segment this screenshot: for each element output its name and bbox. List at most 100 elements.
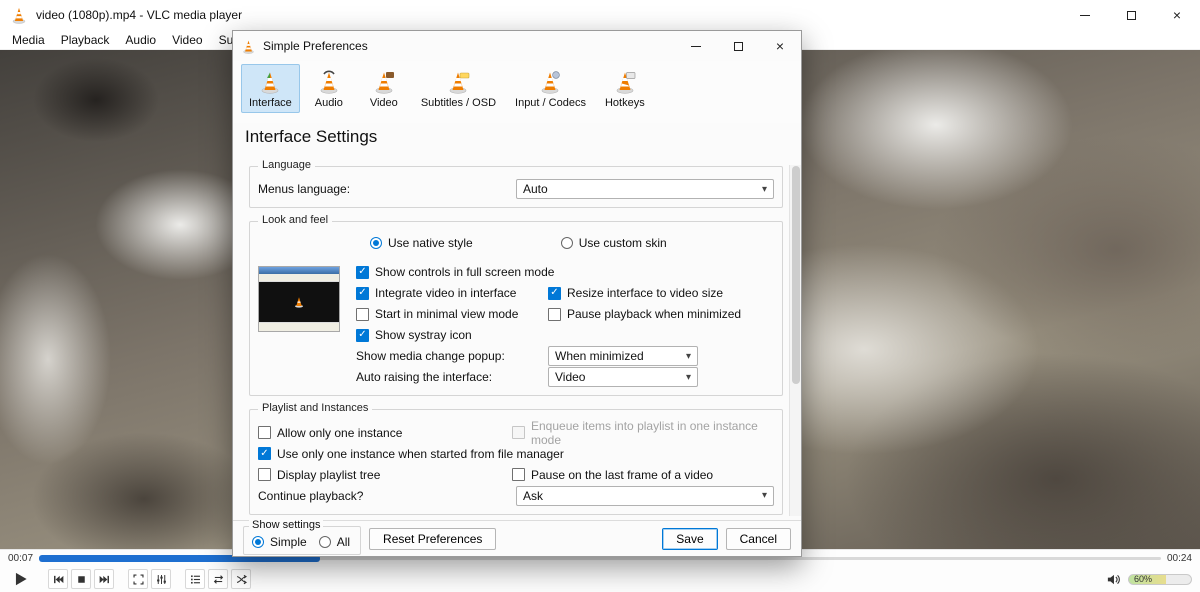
page-title: Interface Settings <box>233 123 801 153</box>
checkbox-icon <box>356 329 369 342</box>
play-icon <box>16 573 27 585</box>
close-icon: × <box>776 38 784 54</box>
interface-tab-icon <box>258 70 282 94</box>
checkbox-pause-when-minimized[interactable]: Pause playback when minimized <box>548 307 741 321</box>
equalizer-icon <box>155 573 168 586</box>
main-titlebar[interactable]: video (1080p).mp4 - VLC media player × <box>0 0 1200 30</box>
radio-all[interactable]: All <box>319 535 350 549</box>
extended-settings-button[interactable] <box>151 569 171 589</box>
checkbox-allow-one-instance[interactable]: Allow only one instance <box>258 426 402 440</box>
checkbox-icon <box>548 287 561 300</box>
playlist-button[interactable] <box>185 569 205 589</box>
checkbox-icon <box>356 308 369 321</box>
dialog-close-button[interactable]: × <box>759 31 801 61</box>
auto-raising-label: Auto raising the interface: <box>356 370 492 384</box>
reset-preferences-button[interactable]: Reset Preferences <box>369 528 496 550</box>
loop-button[interactable] <box>208 569 228 589</box>
loop-icon <box>212 573 225 586</box>
seek-slider[interactable] <box>39 557 1161 560</box>
radio-icon <box>561 237 573 249</box>
look-and-feel-group: Look and feel Use native style Use custo… <box>249 221 783 396</box>
mute-button[interactable] <box>1103 569 1123 589</box>
audio-tab-icon <box>317 70 341 94</box>
dialog-scrollbar[interactable] <box>789 165 801 516</box>
minimize-button[interactable] <box>1062 0 1108 30</box>
menu-media[interactable]: Media <box>4 33 53 47</box>
checkbox-pause-last-frame[interactable]: Pause on the last frame of a video <box>512 468 713 482</box>
checkbox-icon <box>258 447 271 460</box>
menus-language-select[interactable]: Auto ▾ <box>516 179 774 199</box>
chevron-down-icon: ▾ <box>762 490 767 501</box>
checkbox-integrate-video[interactable]: Integrate video in interface <box>356 286 516 300</box>
checkbox-icon <box>512 468 525 481</box>
checkbox-display-playlist-tree[interactable]: Display playlist tree <box>258 468 380 482</box>
input-codecs-tab-icon <box>538 70 562 94</box>
checkbox-icon <box>258 426 271 439</box>
close-button[interactable]: × <box>1154 0 1200 30</box>
checkbox-icon <box>512 426 525 439</box>
continue-playback-select[interactable]: Ask ▾ <box>516 486 774 506</box>
chevron-down-icon: ▾ <box>686 351 691 362</box>
minimize-icon <box>691 46 701 47</box>
radio-icon <box>370 237 382 249</box>
checkbox-resize-interface[interactable]: Resize interface to video size <box>548 286 723 300</box>
chevron-down-icon: ▾ <box>762 184 767 195</box>
close-icon: × <box>1173 7 1181 23</box>
continue-playback-label: Continue playback? <box>258 489 363 503</box>
tab-hotkeys[interactable]: Hotkeys <box>597 64 653 113</box>
menu-video[interactable]: Video <box>164 33 210 47</box>
dialog-maximize-button[interactable] <box>717 31 759 61</box>
volume-slider[interactable]: 60% <box>1128 574 1192 585</box>
tab-audio[interactable]: Audio <box>303 64 355 113</box>
checkbox-systray-icon[interactable]: Show systray icon <box>356 328 472 342</box>
dialog-title: Simple Preferences <box>263 39 368 53</box>
radio-simple[interactable]: Simple <box>252 535 307 549</box>
fullscreen-button[interactable] <box>128 569 148 589</box>
previous-button[interactable] <box>48 569 68 589</box>
radio-custom-skin[interactable]: Use custom skin <box>561 236 667 250</box>
media-popup-select[interactable]: When minimized ▾ <box>548 346 698 366</box>
dialog-titlebar[interactable]: Simple Preferences × <box>233 31 801 61</box>
checkbox-fullscreen-controls[interactable]: Show controls in full screen mode <box>356 265 554 279</box>
language-group: Language Menus language: Auto ▾ <box>249 166 783 208</box>
window-title: video (1080p).mp4 - VLC media player <box>36 8 242 22</box>
scrollbar-thumb[interactable] <box>792 166 800 384</box>
radio-icon <box>252 536 264 548</box>
show-settings-group: Show settings Simple All <box>243 526 361 555</box>
shuffle-button[interactable] <box>231 569 251 589</box>
tab-video[interactable]: Video <box>358 64 410 113</box>
shuffle-icon <box>235 573 248 586</box>
playlist-icon <box>189 573 202 586</box>
checkbox-icon <box>548 308 561 321</box>
next-icon <box>98 573 111 586</box>
save-button[interactable]: Save <box>662 528 717 550</box>
total-time: 00:24 <box>1167 553 1192 564</box>
checkbox-minimal-view[interactable]: Start in minimal view mode <box>356 307 518 321</box>
checkbox-icon <box>258 468 271 481</box>
radio-native-style[interactable]: Use native style <box>370 236 473 250</box>
checkbox-one-instance-file-manager[interactable]: Use only one instance when started from … <box>258 447 564 461</box>
maximize-icon <box>1127 11 1136 20</box>
cancel-button[interactable]: Cancel <box>726 528 791 550</box>
subtitles-tab-icon <box>446 70 470 94</box>
checkbox-enqueue-one-instance: Enqueue items into playlist in one insta… <box>512 419 774 447</box>
tab-input-codecs[interactable]: Input / Codecs <box>507 64 594 113</box>
auto-raising-select[interactable]: Video ▾ <box>548 367 698 387</box>
stop-button[interactable] <box>71 569 91 589</box>
dialog-minimize-button[interactable] <box>675 31 717 61</box>
maximize-button[interactable] <box>1108 0 1154 30</box>
checkbox-icon <box>356 287 369 300</box>
tab-interface[interactable]: Interface <box>241 64 300 113</box>
maximize-icon <box>734 42 743 51</box>
preferences-content: Language Menus language: Auto ▾ Look and… <box>233 153 801 520</box>
vlc-cone-icon <box>10 6 28 24</box>
tab-subtitles-osd[interactable]: Subtitles / OSD <box>413 64 504 113</box>
dialog-footer: Show settings Simple All Reset Preferenc… <box>233 520 801 556</box>
stop-icon <box>75 573 88 586</box>
menu-audio[interactable]: Audio <box>117 33 164 47</box>
play-button[interactable] <box>8 567 34 591</box>
menu-playback[interactable]: Playback <box>53 33 118 47</box>
next-button[interactable] <box>94 569 114 589</box>
chevron-down-icon: ▾ <box>686 372 691 383</box>
video-tab-icon <box>372 70 396 94</box>
